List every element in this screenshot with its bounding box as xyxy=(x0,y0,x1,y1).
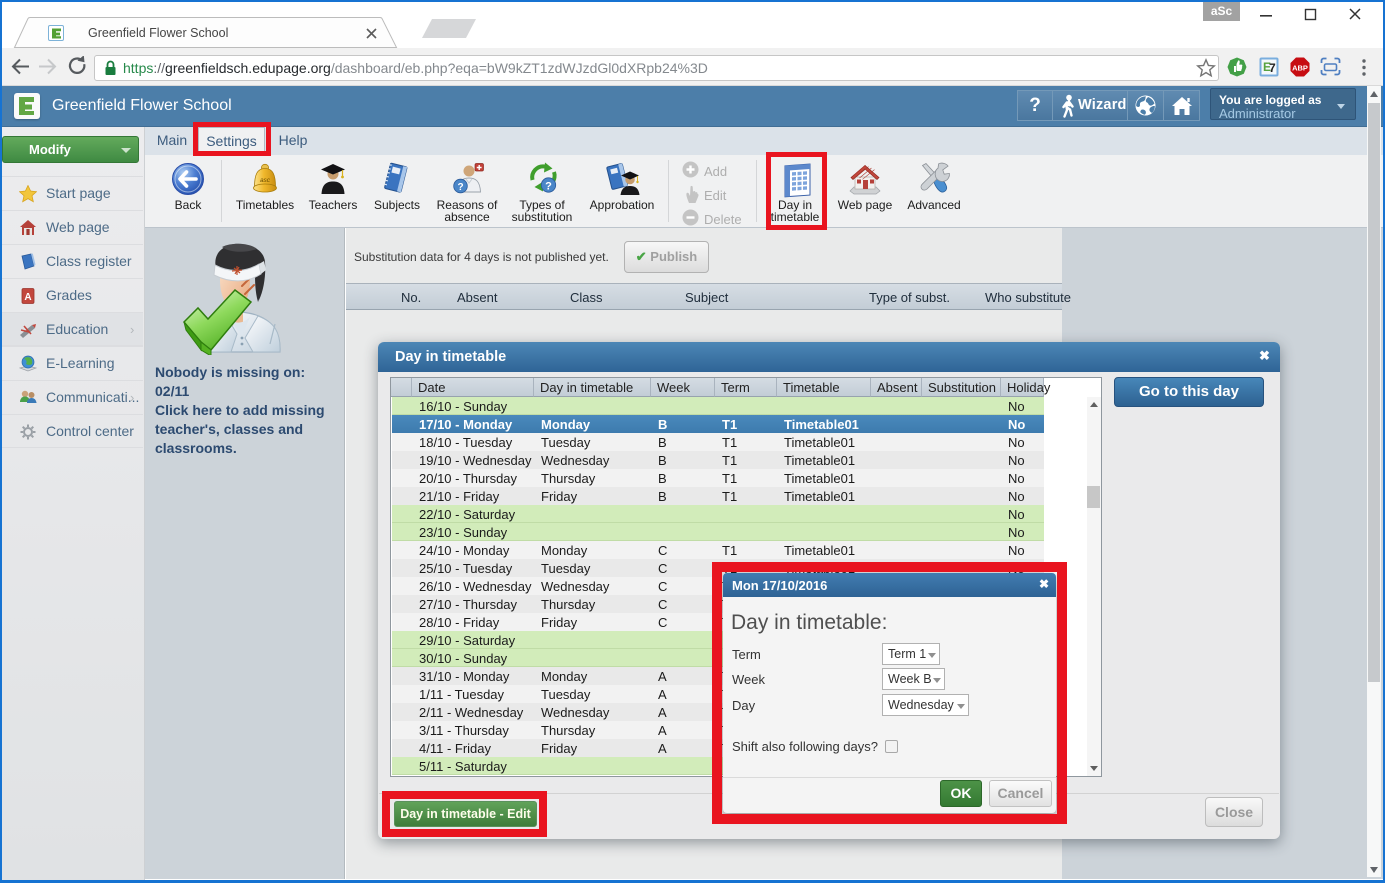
svg-text:A: A xyxy=(24,292,31,303)
svg-text:?: ? xyxy=(457,182,463,193)
svg-text:ABP: ABP xyxy=(1292,64,1308,73)
svg-text:asc: asc xyxy=(260,177,271,184)
svg-text:7: 7 xyxy=(1269,61,1276,75)
svg-text:?: ? xyxy=(545,181,552,193)
